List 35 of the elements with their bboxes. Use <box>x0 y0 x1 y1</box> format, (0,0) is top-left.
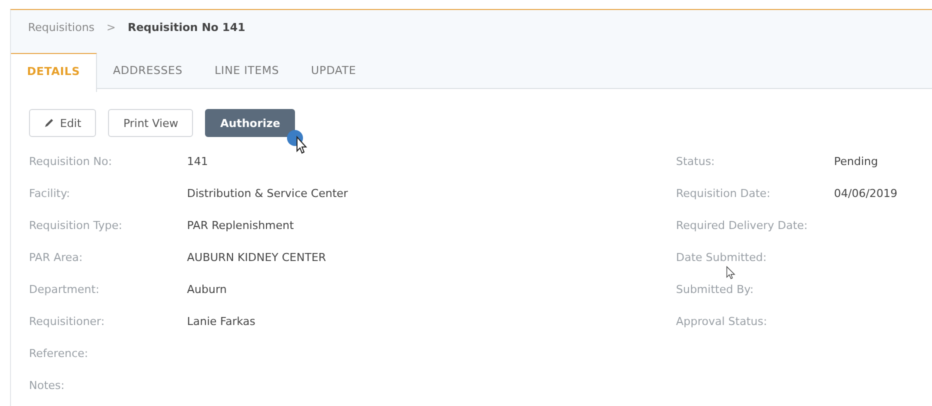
field-value: 04/06/2019 <box>834 186 898 200</box>
breadcrumb-current: Requisition No 141 <box>128 21 246 34</box>
field-label: PAR Area: <box>29 250 84 264</box>
tab[interactable]: ADDRESSES <box>96 53 199 90</box>
field-label: Submitted By: <box>676 282 755 296</box>
field-label: Requisition Type: <box>29 218 124 232</box>
breadcrumb-link[interactable]: Requisitions <box>28 21 95 34</box>
field-value: AUBURN KIDNEY CENTER <box>187 250 326 264</box>
field-label: Date Submitted: <box>676 250 768 264</box>
pencil-icon <box>44 118 54 128</box>
field-label: Requisitioner: <box>29 314 106 328</box>
field-label: Requisition Date: <box>676 186 772 200</box>
field-label: Status: <box>676 154 716 168</box>
print-view-button[interactable]: Print View <box>108 109 194 137</box>
cursor-icon <box>286 129 310 155</box>
tab[interactable]: LINE ITEMS <box>198 53 296 90</box>
field-label: Facility: <box>29 186 72 200</box>
field-label: Reference: <box>29 346 90 360</box>
field-value: Auburn <box>187 282 227 296</box>
breadcrumb-separator: > <box>106 21 116 34</box>
tab[interactable]: DETAILS <box>11 53 97 92</box>
field-label: Required Delivery Date: <box>676 218 809 232</box>
field-label: Requisition No: <box>29 154 113 168</box>
field-value: Distribution & Service Center <box>187 186 348 200</box>
field-value: 141 <box>187 154 208 168</box>
authorize-button[interactable]: Authorize <box>205 109 296 137</box>
field-label: Department: <box>29 282 100 296</box>
field-value: Pending <box>834 154 878 168</box>
edit-button[interactable]: Edit <box>29 109 96 137</box>
cursor-icon <box>726 266 736 280</box>
field-label: Approval Status: <box>676 314 768 328</box>
field-label: Notes: <box>29 378 66 392</box>
field-value: PAR Replenishment <box>187 218 294 232</box>
tab[interactable]: UPDATE <box>295 53 372 90</box>
field-value: Lanie Farkas <box>187 314 256 328</box>
